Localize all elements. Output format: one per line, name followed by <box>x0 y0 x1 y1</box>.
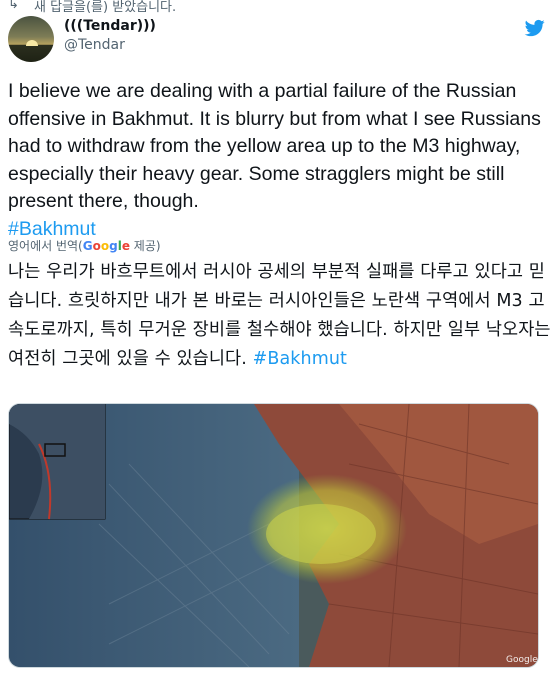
tweet-media-image[interactable]: Google <box>8 403 539 668</box>
author-display-name[interactable]: (((Tendar))) <box>64 18 156 34</box>
translation-prefix: 영어에서 번역( <box>8 239 83 253</box>
twitter-bird-icon[interactable] <box>524 18 546 38</box>
tweet-body: I believe we are dealing with a partial … <box>8 78 553 243</box>
reply-icon: ↳ <box>8 0 19 12</box>
tweet-header: (((Tendar))) @Tendar <box>8 16 548 62</box>
retweet-note: ↳ 새 답글을(를) 받았습니다. <box>8 0 177 15</box>
google-logo: Google <box>82 239 130 253</box>
tweet-text: I believe we are dealing with a partial … <box>8 80 541 212</box>
retweet-note-text: 새 답글을(를) 받았습니다. <box>34 0 177 15</box>
author-handle[interactable]: @Tendar <box>64 37 125 53</box>
translated-body: 나는 우리가 바흐무트에서 러시아 공세의 부분적 실패를 다루고 있다고 믿습… <box>8 258 553 374</box>
translated-hashtag-link[interactable]: #Bakhmut <box>253 349 347 369</box>
map-watermark: Google <box>506 655 538 665</box>
translation-suffix: 제공) <box>129 239 161 253</box>
avatar[interactable] <box>8 16 54 62</box>
translation-attribution[interactable]: 영어에서 번역(Google 제공) <box>8 237 161 254</box>
satellite-map: Google <box>9 404 538 667</box>
